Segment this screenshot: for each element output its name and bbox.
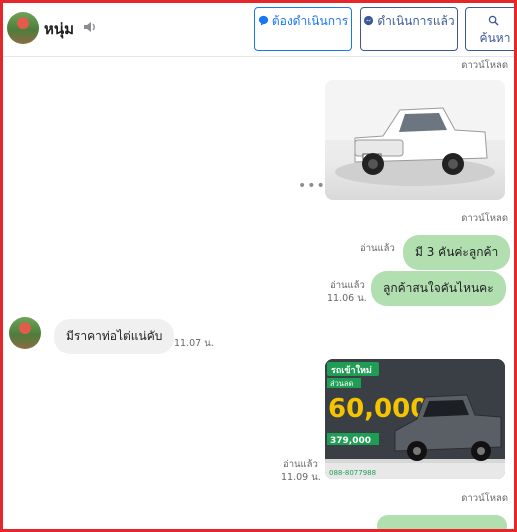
search-icon: [488, 15, 499, 26]
messenger-icon: [364, 15, 374, 26]
incoming-message[interactable]: มีราคาท่อไต่แน่คับ: [54, 319, 175, 354]
message-time: 11.06 น.: [327, 293, 367, 304]
sender-avatar[interactable]: [9, 317, 41, 349]
done-button[interactable]: ดำเนินการแล้ว: [360, 7, 458, 51]
pickup-truck-image: [325, 80, 505, 186]
promo-truck-image: รถเข้าใหม่ ส่วนลด 60,000 379,000 088-807…: [325, 359, 505, 479]
conversation-header: หนุ่ม ต้องดำเนินการ ดำเนินการแล้ว ค้นหา: [3, 3, 514, 57]
download-link[interactable]: ดาวน์โหลด: [461, 491, 508, 506]
download-link[interactable]: ดาวน์โหลด: [461, 211, 508, 226]
promo-headline: รถเข้าใหม่: [331, 364, 372, 376]
more-options-icon[interactable]: •••: [298, 178, 326, 194]
done-button-label: ดำเนินการแล้ว: [377, 14, 455, 28]
message-image-pickup[interactable]: [325, 80, 505, 200]
speaker-icon[interactable]: [83, 20, 97, 34]
contact-avatar[interactable]: [7, 12, 39, 44]
message-time: 11.09 น.: [281, 472, 321, 483]
search-button-label: ค้นหา: [479, 31, 511, 45]
outgoing-message-partial[interactable]: [377, 515, 507, 529]
contact-name[interactable]: หนุ่ม: [44, 17, 74, 41]
chat-window: หนุ่ม ต้องดำเนินการ ดำเนินการแล้ว ค้นหา …: [0, 0, 517, 532]
outgoing-message[interactable]: ลูกค้าสนใจคันไหนคะ: [371, 271, 506, 306]
promo-phone: 088-8077988: [329, 469, 376, 477]
read-status: อ่านแล้ว: [360, 243, 395, 254]
outgoing-message[interactable]: มี 3 คันค่ะลูกค้า: [403, 235, 511, 270]
chat-bubble-icon: [258, 15, 268, 26]
promo-price: 379,000: [330, 436, 371, 446]
search-button[interactable]: ค้นหา: [465, 7, 514, 51]
message-image-promo[interactable]: รถเข้าใหม่ ส่วนลด 60,000 379,000 088-807…: [325, 359, 505, 479]
promo-amount: 60,000: [328, 394, 428, 424]
download-link[interactable]: ดาวน์โหลด: [461, 58, 508, 73]
promo-sub: ส่วนลด: [330, 379, 354, 388]
todo-button[interactable]: ต้องดำเนินการ: [254, 7, 352, 51]
todo-button-label: ต้องดำเนินการ: [271, 14, 349, 28]
message-time: 11.07 น.: [174, 338, 214, 349]
